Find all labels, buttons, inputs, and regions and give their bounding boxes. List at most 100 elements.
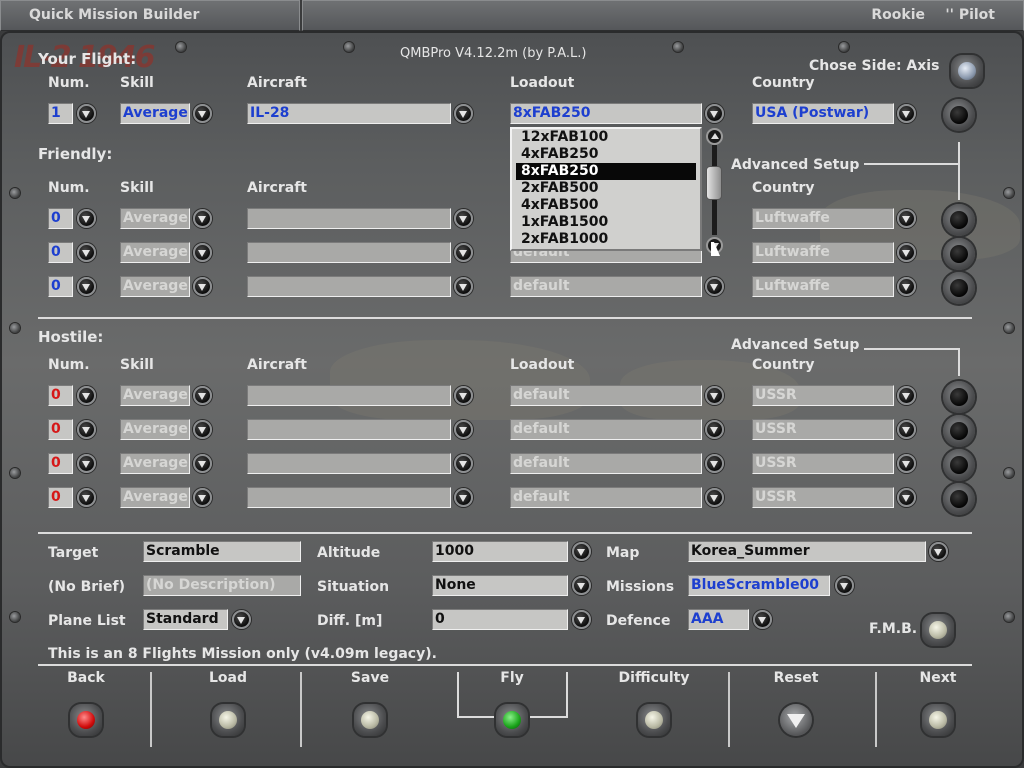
scroll-up-icon[interactable] [706,128,723,145]
hostile-num-dropdown-icon[interactable] [77,420,96,439]
your-flight-loadout-dropdown-icon[interactable] [705,104,724,123]
next-button[interactable] [922,704,954,736]
hostile-advanced-button[interactable] [943,415,975,447]
hostile-loadout-dropdown-icon[interactable] [705,386,724,405]
hostile-skill-dropdown-icon[interactable] [193,386,212,405]
friendly-skill-field[interactable]: Average [120,276,190,297]
hostile-advanced-button[interactable] [943,381,975,413]
missions-dropdown-icon[interactable] [835,576,854,595]
hostile-country-dropdown-icon[interactable] [897,454,916,473]
hostile-skill-field[interactable]: Average [120,419,190,440]
your-flight-aircraft-dropdown-icon[interactable] [454,104,473,123]
your-flight-country-dropdown-icon[interactable] [897,104,916,123]
friendly-country-dropdown-icon[interactable] [897,209,916,228]
friendly-aircraft-dropdown-icon[interactable] [454,243,473,262]
hostile-skill-field[interactable]: Average [120,453,190,474]
friendly-aircraft-dropdown-icon[interactable] [454,209,473,228]
your-flight-advanced-button[interactable] [943,99,975,131]
loadout-option-selected[interactable]: 8xFAB250 [516,163,696,180]
diff-field[interactable]: 0 [432,609,568,630]
loadout-option[interactable]: 2xFAB1000 [516,231,696,248]
friendly-skill-dropdown-icon[interactable] [193,209,212,228]
friendly-skill-dropdown-icon[interactable] [193,277,212,296]
hostile-country-field[interactable]: USSR [752,419,894,440]
friendly-loadout-field[interactable]: default [510,276,702,297]
friendly-skill-field[interactable]: Average [120,208,190,229]
friendly-aircraft-field[interactable] [247,276,451,297]
friendly-num-dropdown-icon[interactable] [77,277,96,296]
reset-button[interactable] [780,704,812,736]
hostile-country-field[interactable]: USSR [752,487,894,508]
hostile-loadout-dropdown-icon[interactable] [705,420,724,439]
map-dropdown-icon[interactable] [929,542,948,561]
friendly-country-field[interactable]: Luftwaffe [752,242,894,263]
loadout-option[interactable]: 12xFAB100 [516,129,696,146]
plane-list-dropdown-icon[interactable] [232,610,251,629]
friendly-skill-dropdown-icon[interactable] [193,243,212,262]
hostile-num-field[interactable]: 0 [48,419,73,440]
your-flight-num-dropdown-icon[interactable] [77,104,96,123]
back-button[interactable] [70,704,102,736]
target-field[interactable]: Scramble [143,541,301,562]
friendly-country-field[interactable]: Luftwaffe [752,276,894,297]
friendly-skill-field[interactable]: Average [120,242,190,263]
hostile-loadout-dropdown-icon[interactable] [705,488,724,507]
chose-side-button[interactable] [951,55,983,87]
friendly-num-dropdown-icon[interactable] [77,209,96,228]
friendly-num-field[interactable]: 0 [48,208,73,229]
your-flight-country-field[interactable]: USA (Postwar) [752,103,894,124]
hostile-loadout-field[interactable]: default [510,487,702,508]
hostile-num-dropdown-icon[interactable] [77,454,96,473]
hostile-aircraft-field[interactable] [247,419,451,440]
friendly-aircraft-field[interactable] [247,242,451,263]
description-field[interactable]: (No Description) [143,575,301,596]
friendly-advanced-button[interactable] [943,204,975,236]
hostile-country-dropdown-icon[interactable] [897,386,916,405]
hostile-loadout-field[interactable]: default [510,453,702,474]
friendly-num-field[interactable]: 0 [48,276,73,297]
friendly-num-field[interactable]: 0 [48,242,73,263]
hostile-advanced-button[interactable] [943,483,975,515]
hostile-aircraft-field[interactable] [247,385,451,406]
diff-dropdown-icon[interactable] [572,610,591,629]
hostile-loadout-dropdown-icon[interactable] [705,454,724,473]
hostile-aircraft-field[interactable] [247,453,451,474]
hostile-num-field[interactable]: 0 [48,385,73,406]
hostile-aircraft-dropdown-icon[interactable] [454,488,473,507]
plane-list-field[interactable]: Standard [143,609,228,630]
hostile-aircraft-dropdown-icon[interactable] [454,386,473,405]
hostile-aircraft-dropdown-icon[interactable] [454,454,473,473]
hostile-skill-field[interactable]: Average [120,385,190,406]
hostile-num-dropdown-icon[interactable] [77,488,96,507]
loadout-option[interactable]: 2xFAB500 [516,180,696,197]
friendly-country-dropdown-icon[interactable] [897,277,916,296]
hostile-country-field[interactable]: USSR [752,385,894,406]
hostile-aircraft-dropdown-icon[interactable] [454,420,473,439]
hostile-skill-dropdown-icon[interactable] [193,454,212,473]
save-button[interactable] [354,704,386,736]
loadout-option[interactable]: 1xFAB1500 [516,214,696,231]
friendly-advanced-button[interactable] [943,272,975,304]
hostile-skill-field[interactable]: Average [120,487,190,508]
loadout-dropdown-list[interactable]: 12xFAB100 4xFAB250 8xFAB250 2xFAB500 4xF… [510,127,702,251]
loadout-option[interactable]: 4xFAB250 [516,146,696,163]
friendly-advanced-button[interactable] [943,238,975,270]
your-flight-skill-dropdown-icon[interactable] [193,104,212,123]
altitude-dropdown-icon[interactable] [572,542,591,561]
friendly-country-dropdown-icon[interactable] [897,243,916,262]
hostile-loadout-field[interactable]: default [510,385,702,406]
your-flight-aircraft-field[interactable]: IL-28 [247,103,451,124]
hostile-num-field[interactable]: 0 [48,487,73,508]
altitude-field[interactable]: 1000 [432,541,568,562]
fmb-button[interactable] [922,614,954,646]
your-flight-num-field[interactable]: 1 [48,103,73,124]
hostile-country-field[interactable]: USSR [752,453,894,474]
loadout-scroll-thumb[interactable] [706,166,722,200]
hostile-advanced-button[interactable] [943,449,975,481]
friendly-aircraft-dropdown-icon[interactable] [454,277,473,296]
hostile-num-dropdown-icon[interactable] [77,386,96,405]
situation-dropdown-icon[interactable] [572,576,591,595]
hostile-skill-dropdown-icon[interactable] [193,488,212,507]
friendly-aircraft-field[interactable] [247,208,451,229]
hostile-aircraft-field[interactable] [247,487,451,508]
